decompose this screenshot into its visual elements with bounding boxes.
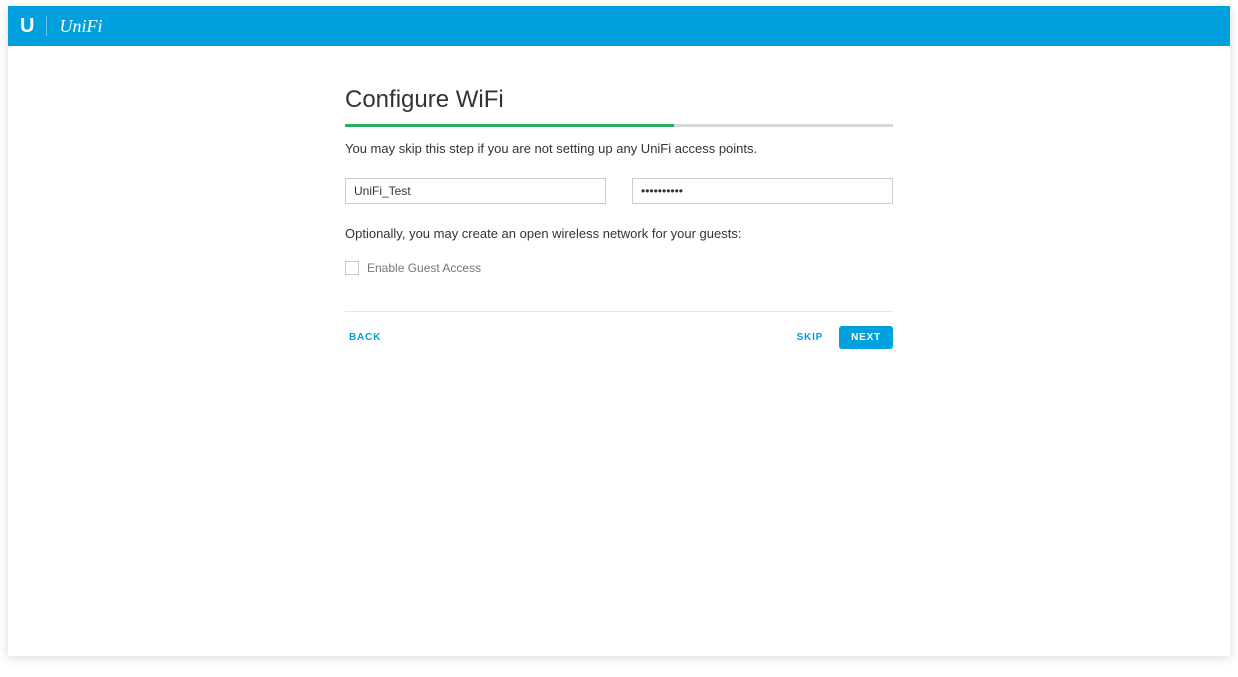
- step-description: You may skip this step if you are not se…: [345, 141, 893, 156]
- footer-divider: BACK SKIP NEXT: [345, 311, 893, 349]
- guest-access-row: Enable Guest Access: [345, 261, 893, 275]
- top-bar: U UniFi: [8, 6, 1230, 46]
- page-title: Configure WiFi: [345, 86, 893, 114]
- unifi-wordmark: UniFi: [59, 17, 102, 35]
- footer-row: BACK SKIP NEXT: [345, 326, 893, 349]
- app-window: U UniFi Configure WiFi You may skip this…: [8, 6, 1230, 656]
- skip-button[interactable]: SKIP: [793, 326, 828, 349]
- progress-bar: [345, 124, 893, 127]
- progress-fill: [345, 124, 674, 127]
- wifi-input-row: [345, 178, 893, 204]
- ssid-input[interactable]: [345, 178, 606, 204]
- password-input[interactable]: [632, 178, 893, 204]
- wizard-panel: Configure WiFi You may skip this step if…: [345, 86, 893, 349]
- guest-access-label[interactable]: Enable Guest Access: [367, 261, 481, 275]
- footer-right-group: SKIP NEXT: [793, 326, 893, 349]
- next-button[interactable]: NEXT: [839, 326, 893, 349]
- ubiquiti-logo-icon: U: [20, 16, 47, 36]
- guest-network-hint: Optionally, you may create an open wirel…: [345, 226, 893, 241]
- guest-access-checkbox[interactable]: [345, 261, 359, 275]
- back-button[interactable]: BACK: [345, 326, 385, 349]
